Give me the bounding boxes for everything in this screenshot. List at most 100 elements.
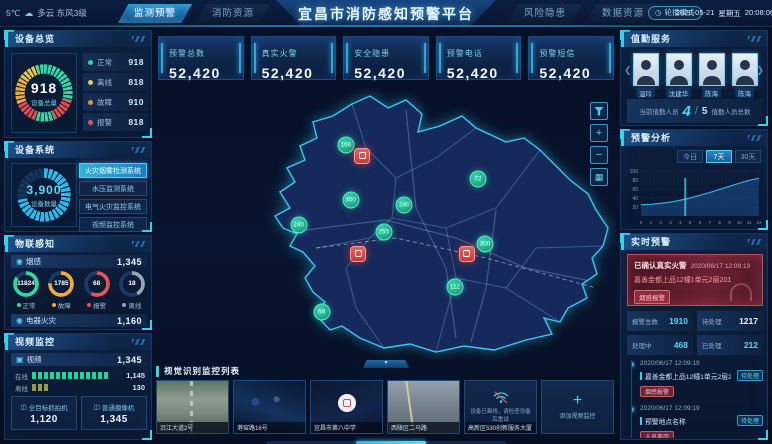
- stat-card-total-warnings: 预警总数 52,420: [158, 36, 244, 81]
- system-button-fire-smoke[interactable]: 火灾烟雾检测系统: [79, 163, 147, 178]
- duty-total-count: 5: [701, 105, 708, 117]
- tab-7days[interactable]: 7天: [706, 150, 732, 163]
- svg-text:5: 5: [689, 220, 692, 225]
- svg-text:60: 60: [632, 187, 638, 193]
- confirmed-fire-alert-card[interactable]: 已确认真实火警 2020/06/17 12:09:19 嘉善金都上品12幢1单元…: [627, 254, 763, 306]
- add-video-tile[interactable]: + 添加视频监控: [541, 380, 614, 434]
- video-recognition-panel: 视觉识别监控列表 沿江大道2号 港窑路16号 宜昌市第八中学 西陵区二马路 设备…: [156, 366, 616, 444]
- map-marker-count[interactable]: 72: [469, 170, 487, 188]
- map-zoom-in-button[interactable]: +: [590, 124, 608, 142]
- tab-monitor-warning[interactable]: 监测预警: [118, 4, 192, 23]
- status-dot-alarm: [88, 119, 93, 125]
- video-tile-device-offline[interactable]: 设备已离线，请检查设备后重试 高新区530创新服务大厦: [464, 380, 537, 434]
- header-deco: [748, 135, 762, 141]
- duty-count-bar: 当前值勤人员 4 / 5 值勤人员总数: [627, 99, 763, 123]
- panel-duty-service: 值勤服务 ❮ ❯ 温玲 沈建华 陈海 陈海 当前值勤人员 4 / 5 值勤人员总…: [620, 30, 768, 126]
- svg-text:10: 10: [737, 220, 743, 225]
- avatar: [632, 53, 659, 86]
- map-filter-button[interactable]: [590, 102, 608, 120]
- system-button-electric-fire[interactable]: 电气火灾监控系统: [79, 199, 147, 214]
- video-tiles: 沿江大道2号 港窑路16号 宜昌市第八中学 西陵区二马路 设备已离线，请检查设备…: [156, 380, 616, 434]
- cloud-icon: ☁: [24, 7, 34, 18]
- svg-text:2: 2: [659, 220, 662, 225]
- warning-timeline: 2020/06/17 12:09:19 嘉善金都上品12幢1单元2层201 待处理…: [631, 360, 763, 438]
- video-tile[interactable]: 港窑路16号: [233, 380, 306, 434]
- map-marker-alarm[interactable]: [350, 245, 367, 262]
- map-marker-count[interactable]: 166: [337, 136, 355, 154]
- system-button-video[interactable]: 视频监控系统: [79, 217, 147, 232]
- tab-today[interactable]: 今日: [677, 150, 703, 163]
- stat-pending: 待处理 1217: [697, 311, 763, 331]
- svg-text:6: 6: [699, 220, 702, 225]
- fire-alarm-icon: [463, 250, 470, 258]
- alert-time: 2020/06/17 12:09:19: [690, 263, 751, 270]
- map-marker-count[interactable]: 300: [476, 235, 494, 253]
- video-tile-offline-record[interactable]: 宜昌市第八中学: [310, 380, 383, 434]
- status-dot-normal: [88, 59, 93, 65]
- stat-processed: 已处理 212: [697, 335, 763, 355]
- date-text: 2020-05-21: [676, 8, 715, 17]
- avatar: [731, 53, 758, 86]
- gauge-ring: [15, 64, 73, 122]
- svg-text:100: 100: [630, 169, 639, 175]
- record-off-icon: [337, 393, 356, 412]
- electric-fire-row[interactable]: ◉ 电器火灾 1,160: [11, 314, 147, 327]
- map-marker-count[interactable]: 240: [395, 196, 413, 214]
- city-map[interactable]: 166 72 300 240 240 255 300 112 66 + − ▦ ▾: [156, 88, 616, 368]
- gauge-normal: 11824 正常: [11, 271, 41, 310]
- map-marker-count[interactable]: 300: [342, 191, 360, 209]
- map-marker-count[interactable]: 240: [290, 216, 308, 234]
- duty-person[interactable]: 沈建华: [665, 53, 692, 98]
- status-badge: 待处理: [736, 415, 763, 426]
- panel-video-monitor: 视频监控 ▣ 视频 1,345 在线 1,145 离线 130 ◫ 全目标抓拍机 …: [4, 333, 152, 440]
- panel-title: 值勤服务: [621, 31, 767, 47]
- slash: /: [694, 105, 698, 117]
- electric-fire-icon: ◉: [16, 316, 23, 325]
- list-item: 故障 910: [83, 93, 149, 111]
- video-tile[interactable]: 西陵区二马路: [387, 380, 460, 434]
- svg-text:7: 7: [709, 220, 712, 225]
- panel-title: 视频监控: [5, 334, 151, 350]
- timeline-item[interactable]: 2020/06/17 12:09:19 预警地点名称 待处理 人员离岗: [640, 405, 763, 438]
- page-title: 宜昌市消防感知预警平台: [298, 6, 474, 22]
- duty-person[interactable]: 温玲: [632, 53, 659, 98]
- tab-30days[interactable]: 30天: [735, 150, 761, 163]
- map-layers-button[interactable]: ▦: [590, 168, 608, 186]
- warning-stat-cards: 预警总数 52,420 真实火警 52,420 安全隐患 52,420 预警电话 52,…: [158, 36, 614, 81]
- smoke-sensor-icon: ◉: [16, 257, 23, 266]
- duty-person[interactable]: 陈海: [731, 53, 758, 98]
- analysis-range-tabs: 今日 7天 30天: [677, 150, 761, 163]
- online-bar-row: 在线 1,145: [15, 371, 145, 381]
- stat-card-warning-sms: 预警短信 52,420: [528, 36, 614, 81]
- alert-status: 已确认真实火警: [634, 261, 687, 270]
- warning-analysis-chart: 204060801000 1 2 3 4 5 6 7 8 9 10 11 12: [630, 169, 762, 225]
- header-deco: [748, 239, 762, 245]
- svg-text:12: 12: [756, 220, 762, 225]
- svg-text:4: 4: [679, 220, 682, 225]
- plus-icon: +: [572, 392, 583, 409]
- item-accent-bar: [640, 416, 642, 425]
- alarm-stats: 报警总数 1910 待处理 1217 处理中 468 已处理 212: [627, 311, 763, 355]
- video-total-row[interactable]: ▣ 视频 1,345: [11, 353, 147, 366]
- stat-card-warning-calls: 预警电话 52,420: [435, 36, 522, 81]
- list-item: 正常 918: [83, 53, 149, 71]
- system-button-water-pressure[interactable]: 水压监测系统: [79, 181, 147, 196]
- smoke-sensor-row[interactable]: ◉ 烟感 1,345: [11, 255, 147, 268]
- item-accent-bar: [640, 371, 642, 380]
- header-deco: [132, 36, 146, 42]
- map-marker-count[interactable]: 66: [313, 303, 331, 321]
- panel-title: 设备总览: [5, 31, 151, 47]
- header-deco: [132, 147, 146, 153]
- timeline-item[interactable]: 2020/06/17 12:09:19 嘉善金都上品12幢1单元2层201 待处理…: [640, 360, 763, 399]
- panel-title: 设备系统: [5, 142, 151, 158]
- map-marker-alarm[interactable]: [458, 245, 475, 262]
- duty-person[interactable]: 陈海: [698, 53, 725, 98]
- map-marker-count[interactable]: 112: [446, 278, 464, 296]
- map-zoom-out-button[interactable]: −: [590, 146, 608, 164]
- video-tile[interactable]: 沿江大道2号: [156, 380, 229, 434]
- alarm-type-badge: 烟感报警: [640, 386, 675, 397]
- tab-risk-hazard[interactable]: 风险隐患: [508, 4, 582, 23]
- panel-warning-analysis: 预警分析 今日 7天 30天 20 40 60 80 100 0 1 2 3 4 5 6 7 8 9 10 11…: [620, 129, 768, 230]
- map-marker-count[interactable]: 255: [375, 223, 393, 241]
- map-marker-alarm[interactable]: [354, 147, 371, 164]
